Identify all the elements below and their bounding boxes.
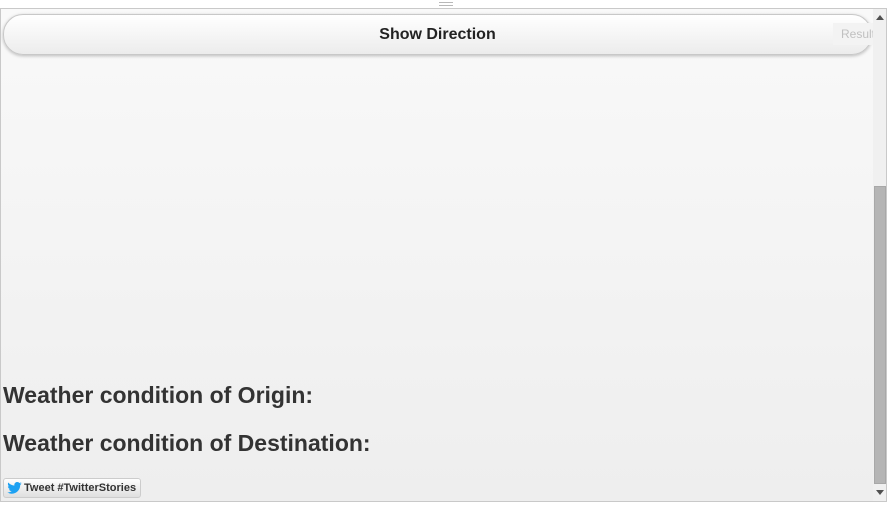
vertical-scrollbar[interactable]	[873, 9, 886, 501]
scroll-up-arrow-icon[interactable]	[876, 15, 884, 20]
weather-origin-heading: Weather condition of Origin:	[3, 382, 314, 408]
scrollbar-thumb[interactable]	[874, 186, 886, 484]
show-direction-button[interactable]: Show Direction	[3, 14, 872, 55]
tweet-button[interactable]: Tweet #TwitterStories	[3, 478, 142, 498]
result-frame: Show Direction Result Weather condition …	[0, 8, 887, 502]
resize-handle[interactable]	[439, 2, 453, 6]
scroll-down-arrow-icon[interactable]	[876, 490, 884, 495]
weather-destination-heading: Weather condition of Destination:	[3, 430, 371, 456]
twitter-bird-icon	[7, 482, 22, 494]
tweet-button-label: Tweet #TwitterStories	[24, 482, 137, 494]
